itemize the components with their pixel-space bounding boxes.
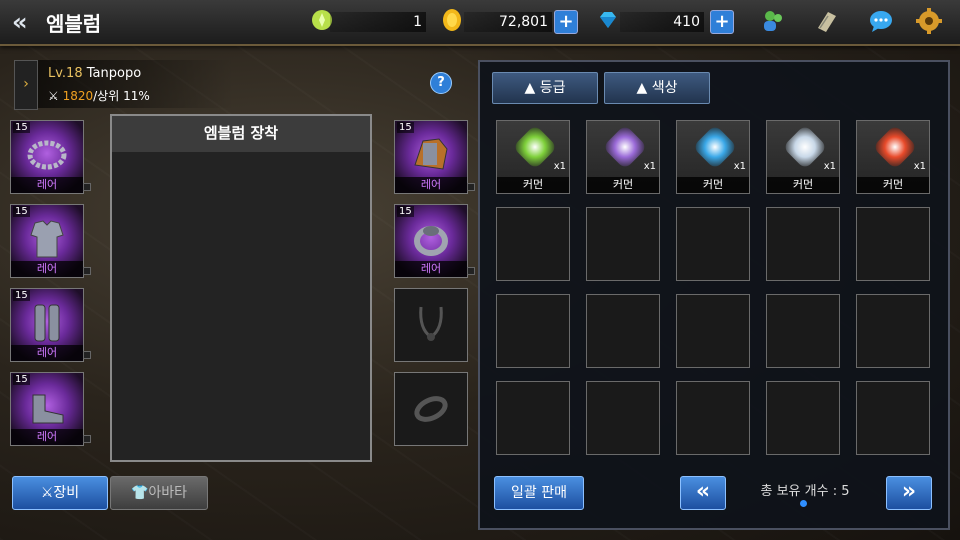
- character-name: Tanpopo: [86, 66, 142, 81]
- equip-slot-ring-empty[interactable]: [394, 372, 468, 446]
- stamina-value: 1: [330, 12, 426, 32]
- inventory-slot[interactable]: x1 커먼: [496, 120, 570, 194]
- inventory-slot[interactable]: [676, 294, 750, 368]
- chest-armor-icon: [30, 220, 64, 258]
- emblem-gem-icon: [602, 124, 648, 170]
- ring-icon: [414, 226, 448, 256]
- emblem-gem-icon: [512, 124, 558, 170]
- gold-coin-icon: [443, 9, 461, 31]
- total-count: 총 보유 개수 : 5: [760, 484, 850, 499]
- notes-icon[interactable]: [814, 8, 840, 34]
- add-gold-button[interactable]: +: [554, 10, 578, 34]
- item-quantity: x1: [823, 161, 836, 172]
- emblem-panel-title: 엠블럼 장착: [112, 116, 370, 152]
- friends-icon[interactable]: [760, 8, 786, 34]
- slot-level: 15: [397, 122, 414, 133]
- inventory-slot[interactable]: [856, 381, 930, 455]
- equip-slot-necklace-empty[interactable]: [394, 288, 468, 362]
- inventory-slot[interactable]: [766, 294, 840, 368]
- character-level: Lv.18: [48, 66, 83, 81]
- avatar-shirt-icon: 👕: [130, 485, 149, 501]
- slot-level: 15: [13, 290, 30, 301]
- inventory-slot[interactable]: x1 커먼: [856, 120, 930, 194]
- combat-power: 1820: [62, 89, 94, 103]
- slot-grade: 레어: [11, 261, 83, 277]
- settings-gear-icon[interactable]: [916, 8, 942, 34]
- filter-grade-button[interactable]: ▲ 등급: [492, 72, 598, 104]
- crossed-swords-icon: ⚔: [48, 89, 59, 103]
- item-grade: 커먼: [767, 177, 839, 193]
- inventory-slot[interactable]: [766, 207, 840, 281]
- slot-grade: 레어: [395, 177, 467, 193]
- inventory-slot[interactable]: [586, 207, 660, 281]
- help-icon[interactable]: ?: [430, 72, 452, 94]
- emblem-gem-icon: [872, 124, 918, 170]
- inventory-slot[interactable]: [586, 381, 660, 455]
- crossed-swords-icon: ⚔: [40, 485, 54, 501]
- item-quantity: x1: [733, 161, 746, 172]
- tab-equipment[interactable]: ⚔장비: [12, 476, 108, 510]
- add-gem-button[interactable]: +: [710, 10, 734, 34]
- slot-level: 15: [13, 374, 30, 385]
- next-page-button[interactable]: »: [886, 476, 932, 510]
- item-quantity: x1: [553, 161, 566, 172]
- item-grade: 커먼: [587, 177, 659, 193]
- equip-slot-chest[interactable]: 15 레어: [10, 204, 91, 278]
- equip-slot-ring[interactable]: 15 레어: [394, 204, 475, 278]
- equip-slot-legs[interactable]: 15 레어: [10, 288, 91, 362]
- emblem-equip-panel: 엠블럼 장착: [110, 114, 372, 462]
- inventory-slot[interactable]: [496, 294, 570, 368]
- inventory-slot[interactable]: [856, 294, 930, 368]
- item-grade: 커먼: [677, 177, 749, 193]
- slot-level: 15: [13, 122, 30, 133]
- emblem-gem-icon: [782, 124, 828, 170]
- equip-slot-gauntlet[interactable]: 15 레어: [394, 120, 475, 194]
- inventory-slot[interactable]: [676, 381, 750, 455]
- equip-slot-necklace[interactable]: 15 레어: [10, 120, 91, 194]
- item-grade: 커먼: [497, 177, 569, 193]
- prev-page-button[interactable]: «: [680, 476, 726, 510]
- necklace-placeholder-icon: [419, 306, 443, 341]
- tab-avatar[interactable]: 👕아바타: [110, 476, 208, 510]
- gold-value: 72,801: [464, 12, 552, 32]
- slot-grade: 레어: [11, 345, 83, 361]
- slot-grade: 레어: [11, 429, 83, 445]
- ring-placeholder-icon: [414, 396, 448, 422]
- inventory-slot[interactable]: [496, 381, 570, 455]
- page-title: 엠블럼: [46, 12, 102, 36]
- gauntlet-icon: [414, 138, 448, 170]
- leg-armor-icon: [34, 304, 60, 342]
- inventory-slot[interactable]: [676, 207, 750, 281]
- item-quantity: x1: [913, 161, 926, 172]
- slot-level: 15: [397, 206, 414, 217]
- power-rank: /상위 11%: [93, 89, 150, 103]
- character-info: › Lv.18 Tanpopo ⚔ 1820/상위 11%: [14, 60, 234, 110]
- inventory-slot[interactable]: [856, 207, 930, 281]
- inventory-slot[interactable]: x1 커먼: [676, 120, 750, 194]
- chat-icon[interactable]: [868, 8, 894, 34]
- filter-color-button[interactable]: ▲ 색상: [604, 72, 710, 104]
- slot-grade: 레어: [395, 261, 467, 277]
- inventory-slot[interactable]: x1 커먼: [766, 120, 840, 194]
- gem-value: 410: [620, 12, 704, 32]
- chain-necklace-icon: [27, 140, 67, 170]
- inventory-slot[interactable]: [766, 381, 840, 455]
- inventory-slot[interactable]: x1 커먼: [586, 120, 660, 194]
- boots-icon: [32, 394, 64, 424]
- equip-slot-boots[interactable]: 15 레어: [10, 372, 91, 446]
- character-select-button[interactable]: ›: [14, 60, 38, 110]
- item-grade: 커먼: [857, 177, 929, 193]
- emblem-gem-icon: [692, 124, 738, 170]
- page-indicator: [800, 500, 807, 507]
- gem-icon: [600, 12, 616, 28]
- top-bar: « 엠블럼 1 72,801 + 410 +: [0, 0, 960, 46]
- slot-level: 15: [13, 206, 30, 217]
- inventory-slot[interactable]: [586, 294, 660, 368]
- sell-all-button[interactable]: 일괄 판매: [494, 476, 584, 510]
- item-quantity: x1: [643, 161, 656, 172]
- slot-grade: 레어: [11, 177, 83, 193]
- back-button[interactable]: «: [12, 8, 28, 36]
- inventory-slot[interactable]: [496, 207, 570, 281]
